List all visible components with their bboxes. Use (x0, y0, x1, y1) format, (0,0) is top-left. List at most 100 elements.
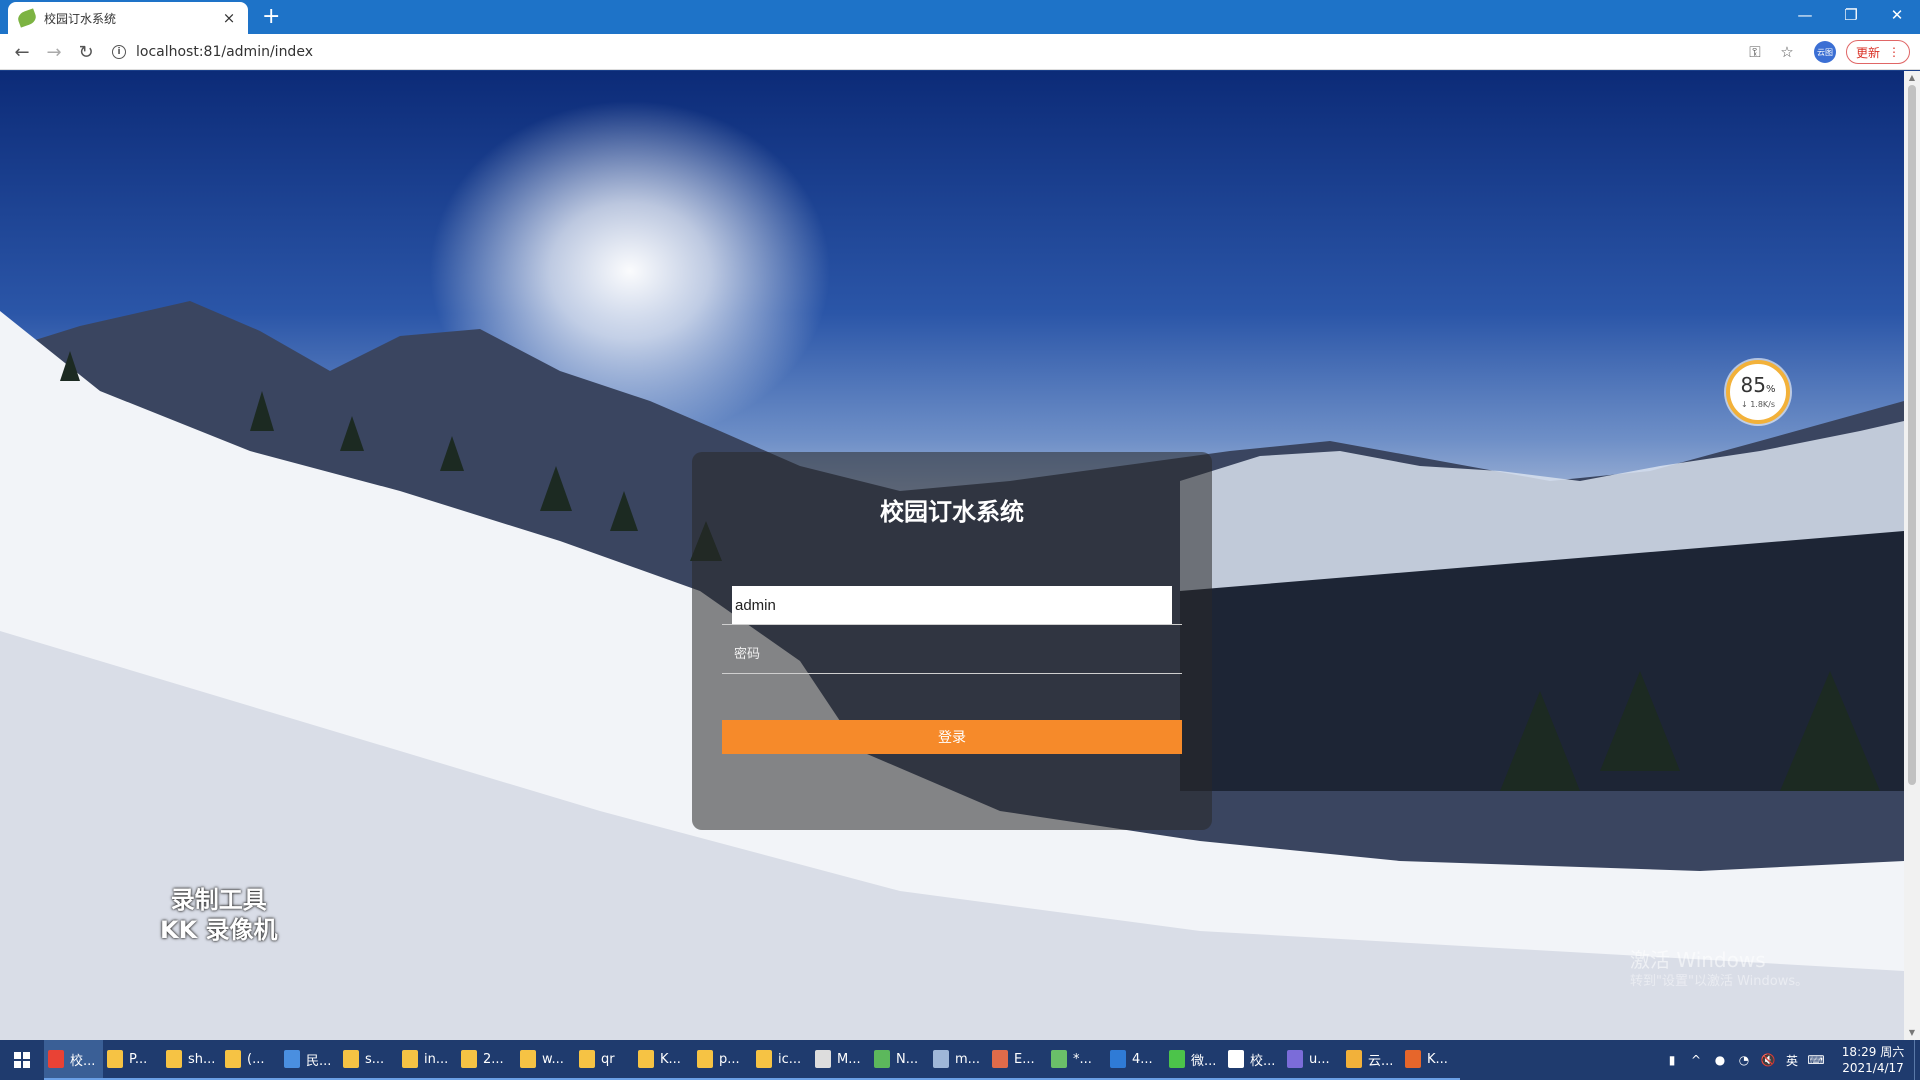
taskbar-item[interactable]: u... (1283, 1040, 1342, 1080)
taskbar-item-label: sh... (188, 1051, 216, 1067)
taskbar-item-label: K... (1427, 1051, 1448, 1067)
page-viewport: 校园订水系统 登录 85% ↓ 1.8K/s 录制工具 KK 录像机 激活 Wi… (0, 71, 1904, 1040)
taskbar-item[interactable]: 4... (1106, 1040, 1165, 1080)
login-title: 校园订水系统 (880, 498, 1024, 526)
taskbar-item-label: 校... (1250, 1053, 1276, 1069)
input-language-icon[interactable]: 英 (1783, 1051, 1801, 1069)
star-icon[interactable]: ☆ (1776, 40, 1798, 64)
taskbar-item-label: s... (365, 1051, 385, 1067)
taskbar-items: 校... P... sh... (... 民... s... in... 2... w... qr… (44, 1040, 1460, 1080)
taskbar-item[interactable]: m... (929, 1040, 988, 1080)
forward-arrow-icon[interactable]: → (42, 40, 66, 64)
tab-title: 校园订水系统 (44, 11, 117, 26)
username-input[interactable] (732, 586, 1172, 624)
activate-windows-title: 激活 Windows (1630, 948, 1766, 972)
taskbar-item[interactable]: sh... (162, 1040, 221, 1080)
username-underline (722, 624, 1182, 625)
watermark-line1: 录制工具 (170, 886, 267, 914)
app-icon (1110, 1050, 1126, 1068)
taskbar-item-label: E... (1014, 1051, 1035, 1067)
key-icon[interactable]: ⚿ (1744, 40, 1766, 64)
app-icon (874, 1050, 890, 1068)
login-button[interactable]: 登录 (722, 720, 1182, 754)
app-icon (1228, 1050, 1244, 1068)
watermark-line2: KK 录像机 (160, 916, 278, 944)
taskbar-item[interactable]: qr (575, 1040, 634, 1080)
taskbar-item[interactable]: in... (398, 1040, 457, 1080)
taskbar-item[interactable]: s... (339, 1040, 398, 1080)
show-desktop-button[interactable] (1914, 1040, 1920, 1080)
activate-windows-subtitle: 转到"设置"以激活 Windows。 (1630, 974, 1809, 989)
taskbar-item-label: w... (542, 1051, 564, 1067)
speed-percent: 85 (1740, 373, 1766, 397)
windows-taskbar: 校... P... sh... (... 民... s... in... 2... w... qr… (0, 1040, 1920, 1080)
network-speed-widget[interactable]: 85% ↓ 1.8K/s (1726, 360, 1790, 424)
volume-muted-icon[interactable]: 🔇 (1759, 1051, 1777, 1069)
app-icon (520, 1050, 536, 1068)
taskbar-item-label: 微... (1191, 1053, 1217, 1069)
taskbar-item[interactable]: N... (870, 1040, 929, 1080)
app-icon (933, 1050, 949, 1068)
system-clock[interactable]: 18:29 周六 2021/4/17 (1832, 1044, 1914, 1076)
taskbar-item[interactable]: 2... (457, 1040, 516, 1080)
taskbar-item-label: qr (601, 1051, 615, 1067)
taskbar-item[interactable]: 校... (1224, 1040, 1283, 1080)
taskbar-item[interactable]: K... (634, 1040, 693, 1080)
taskbar-item-label: *... (1073, 1051, 1092, 1067)
restore-button[interactable]: ❐ (1828, 0, 1874, 30)
new-tab-button[interactable]: + (262, 4, 280, 30)
taskbar-item-label: in... (424, 1051, 449, 1067)
login-panel: 校园订水系统 登录 (692, 452, 1212, 830)
taskbar-item-label: ic... (778, 1051, 802, 1067)
taskbar-item-label: N... (896, 1051, 919, 1067)
app-tray-icon[interactable]: ● (1711, 1051, 1729, 1069)
profile-avatar[interactable]: 云图 (1814, 41, 1836, 63)
scrollbar-thumb[interactable] (1908, 85, 1916, 785)
scroll-down-arrow-icon[interactable]: ▼ (1904, 1026, 1920, 1040)
browser-tab[interactable]: 校园订水系统 × (8, 2, 248, 34)
taskbar-item-label: (... (247, 1051, 265, 1067)
page-scrollbar[interactable]: ▲ ▼ (1904, 71, 1920, 1040)
info-icon[interactable]: i (112, 45, 126, 59)
app-icon (225, 1050, 241, 1068)
clock-time: 18:29 周六 (1841, 1045, 1905, 1059)
taskbar-item[interactable]: 校... (44, 1040, 103, 1080)
taskbar-item[interactable]: P... (103, 1040, 162, 1080)
url-text[interactable]: localhost:81/admin/index (136, 44, 313, 60)
omnibox[interactable]: i localhost:81/admin/index (112, 39, 1732, 65)
windows-logo-icon (14, 1052, 30, 1068)
network-icon[interactable]: ◔ (1735, 1051, 1753, 1069)
minimize-button[interactable]: — (1782, 0, 1828, 30)
taskbar-item[interactable]: E... (988, 1040, 1047, 1080)
scroll-up-arrow-icon[interactable]: ▲ (1904, 71, 1920, 85)
start-button[interactable] (0, 1040, 44, 1080)
update-button[interactable]: 更新 ⋮ (1846, 40, 1910, 64)
taskbar-item[interactable]: *... (1047, 1040, 1106, 1080)
tab-close-button[interactable]: × (220, 9, 238, 27)
close-window-button[interactable]: ✕ (1874, 0, 1920, 30)
recorder-watermark: 录制工具 KK 录像机 (160, 885, 278, 945)
app-icon (48, 1050, 64, 1068)
app-icon (815, 1050, 831, 1068)
app-icon (756, 1050, 772, 1068)
taskbar-item-label: 2... (483, 1051, 504, 1067)
speed-unit: % (1765, 384, 1776, 395)
speed-rate: ↓ 1.8K/s (1740, 400, 1776, 409)
taskbar-item[interactable]: w... (516, 1040, 575, 1080)
taskbar-item[interactable]: 民... (280, 1040, 339, 1080)
taskbar-item[interactable]: 微... (1165, 1040, 1224, 1080)
keyboard-icon[interactable]: ⌨ (1807, 1051, 1825, 1069)
password-input[interactable] (722, 634, 1182, 674)
taskbar-item[interactable]: 云... (1342, 1040, 1401, 1080)
taskbar-item-label: u... (1309, 1051, 1330, 1067)
taskbar-item[interactable]: M... (811, 1040, 870, 1080)
chevron-up-icon[interactable]: ^ (1687, 1051, 1705, 1069)
taskbar-item[interactable]: (... (221, 1040, 280, 1080)
back-arrow-icon[interactable]: ← (10, 40, 34, 64)
battery-icon[interactable]: ▮ (1663, 1051, 1681, 1069)
taskbar-item[interactable]: p... (693, 1040, 752, 1080)
taskbar-item[interactable]: ic... (752, 1040, 811, 1080)
taskbar-item[interactable]: K... (1401, 1040, 1460, 1080)
taskbar-item-label: 4... (1132, 1051, 1153, 1067)
reload-icon[interactable]: ↻ (74, 40, 98, 64)
